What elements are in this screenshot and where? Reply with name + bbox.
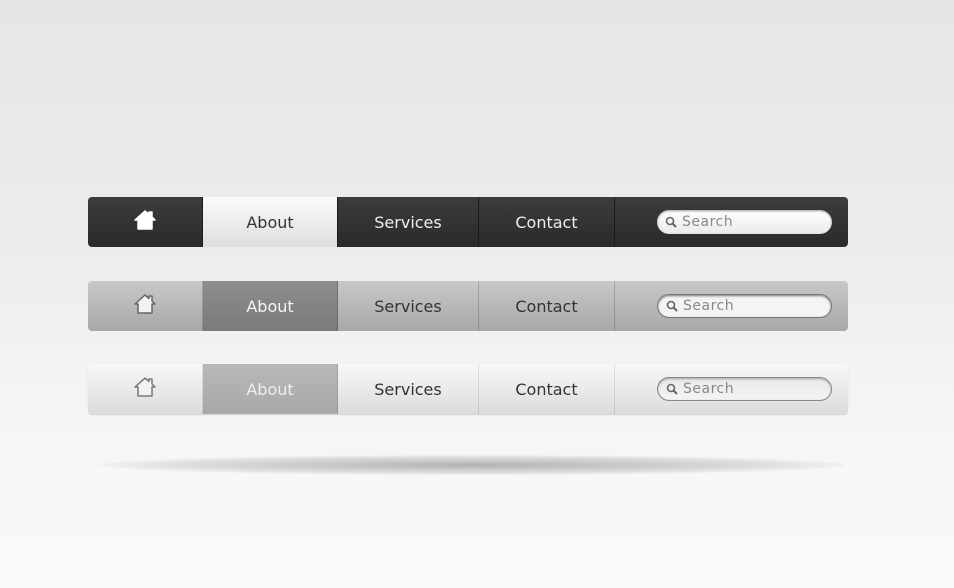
- search-icon: [666, 383, 678, 395]
- home-icon: [132, 208, 158, 236]
- nav-label: Services: [374, 379, 442, 399]
- search-input[interactable]: Search: [657, 210, 832, 234]
- drop-shadow: [100, 455, 845, 475]
- nav-label: Contact: [515, 296, 578, 316]
- nav-contact[interactable]: Contact: [479, 281, 615, 331]
- nav-label: About: [246, 296, 294, 316]
- search-icon: [665, 216, 677, 228]
- search-input[interactable]: Search: [657, 294, 832, 318]
- nav-contact[interactable]: Contact: [479, 364, 615, 414]
- nav-contact[interactable]: Contact: [479, 197, 615, 247]
- home-icon: [132, 375, 158, 403]
- navbar-dark: About Services Contact Search: [88, 197, 848, 247]
- nav-label: Services: [374, 296, 442, 316]
- nav-label: About: [246, 379, 294, 399]
- navbar-light: About Services Contact Search: [88, 364, 848, 414]
- search-area: Search: [615, 281, 848, 331]
- nav-home[interactable]: [88, 197, 203, 247]
- search-placeholder: Search: [683, 381, 735, 397]
- nav-about[interactable]: About: [203, 364, 338, 414]
- nav-services[interactable]: Services: [338, 197, 479, 247]
- nav-home[interactable]: [88, 364, 203, 414]
- nav-services[interactable]: Services: [338, 364, 479, 414]
- nav-services[interactable]: Services: [338, 281, 479, 331]
- search-area: Search: [615, 364, 848, 414]
- navbar-medium: About Services Contact Search: [88, 281, 848, 331]
- home-icon: [132, 292, 158, 320]
- nav-label: Services: [374, 212, 442, 232]
- search-input[interactable]: Search: [657, 377, 832, 401]
- nav-label: Contact: [515, 212, 578, 232]
- nav-about[interactable]: About: [203, 197, 338, 247]
- search-placeholder: Search: [682, 214, 734, 230]
- nav-about[interactable]: About: [203, 281, 338, 331]
- search-icon: [666, 300, 678, 312]
- nav-home[interactable]: [88, 281, 203, 331]
- search-area: Search: [615, 197, 848, 247]
- search-placeholder: Search: [683, 298, 735, 314]
- nav-label: About: [246, 212, 294, 232]
- nav-label: Contact: [515, 379, 578, 399]
